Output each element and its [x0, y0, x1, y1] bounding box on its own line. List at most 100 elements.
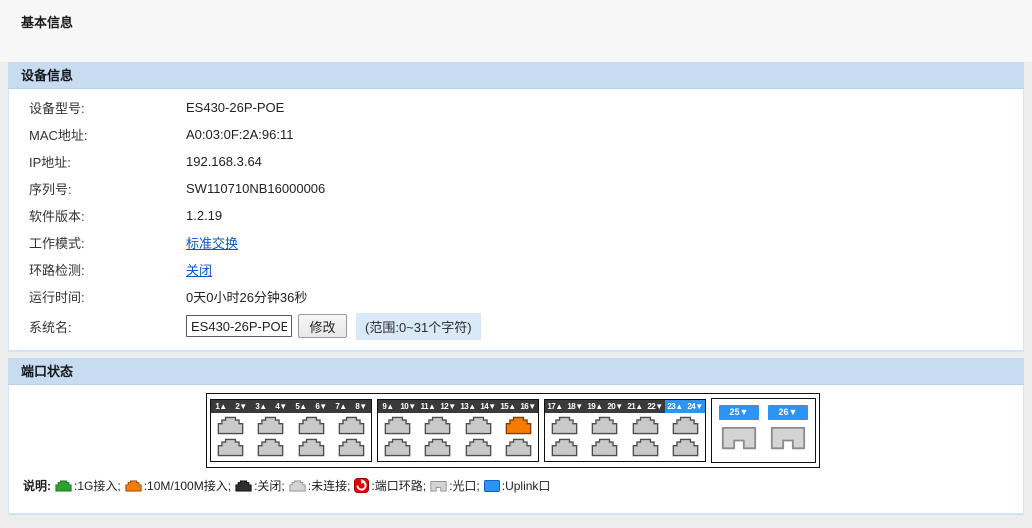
legend-item-text: :端口环路;	[371, 477, 426, 494]
row-loop-detect: 环路检测: 关闭	[9, 256, 1023, 283]
port-14-icon	[465, 438, 492, 457]
sfp-port-icon	[721, 424, 757, 456]
serial-number-label: 序列号:	[29, 179, 186, 198]
port-label-24: 24▼	[685, 400, 705, 413]
port-19-icon	[591, 416, 618, 435]
port-18-icon	[551, 438, 578, 457]
sfp-port-26: 26▼	[768, 405, 808, 456]
software-version-value: 1.2.19	[186, 208, 222, 223]
rj45-port-icon	[289, 480, 306, 492]
port-label-12: 12▼	[438, 400, 458, 413]
port-label-16: 16▼	[518, 400, 538, 413]
port-group: 9▲10▼11▲12▼13▲14▼15▲16▼	[377, 399, 539, 462]
row-work-mode: 工作模式: 标准交换	[9, 229, 1023, 256]
port-group: 1▲2▼3▲4▼5▲6▼7▲8▼	[210, 399, 372, 462]
port-panel: 1▲2▼3▲4▼5▲6▼7▲8▼9▲10▼11▲12▼13▲14▼15▲16▼1…	[206, 393, 820, 468]
sfp-port-icon	[770, 424, 806, 456]
port-label-13: 13▲	[458, 400, 478, 413]
legend-item: :1G接入;	[55, 477, 121, 494]
loop-detect-link[interactable]: 关闭	[186, 260, 212, 279]
port-11-icon	[424, 416, 451, 435]
rj45-port-icon	[55, 480, 72, 492]
legend-item: :端口环路;	[354, 477, 426, 494]
port-label-4: 4▼	[271, 400, 291, 413]
device-model-value: ES430-26P-POE	[186, 100, 284, 115]
software-version-label: 软件版本:	[29, 206, 186, 225]
legend-item-text: :1G接入;	[74, 477, 121, 494]
work-mode-label: 工作模式:	[29, 233, 186, 252]
port-label-15: 15▲	[498, 400, 518, 413]
ip-address-value: 192.168.3.64	[186, 154, 262, 169]
work-mode-link[interactable]: 标准交换	[186, 233, 238, 252]
port-label-19: 19▲	[585, 400, 605, 413]
page-title: 基本信息	[21, 15, 73, 30]
legend-item: :关闭;	[235, 477, 285, 494]
port-24-icon	[672, 438, 699, 457]
port-12-icon	[424, 438, 451, 457]
port-label-17: 17▲	[545, 400, 565, 413]
row-system-name: 系统名: 修改 (范围:0~31个字符)	[9, 310, 1023, 342]
port-15-icon	[505, 416, 532, 435]
loop-detect-label: 环路检测:	[29, 260, 186, 279]
port-1-icon	[217, 416, 244, 435]
port-legend: 说明: :1G接入; :10M/100M接入; :关闭; :未连接; :端口环路; :光口…	[23, 477, 1023, 494]
legend-item-text: :Uplink口	[502, 477, 551, 494]
port-label-14: 14▼	[478, 400, 498, 413]
legend-item-text: :关闭;	[254, 477, 285, 494]
ip-address-label: IP地址:	[29, 152, 186, 171]
port-6-icon	[298, 438, 325, 457]
uplink-port-icon	[484, 480, 500, 492]
port-9-icon	[384, 416, 411, 435]
port-label-5: 5▲	[291, 400, 311, 413]
legend-item-text: :未连接;	[308, 477, 351, 494]
rj45-port-icon	[235, 480, 252, 492]
legend-title: 说明:	[23, 477, 51, 494]
port-label-1: 1▲	[211, 400, 231, 413]
port-21-icon	[632, 416, 659, 435]
port-label-21: 21▲	[625, 400, 645, 413]
port-2-icon	[217, 438, 244, 457]
port-label-20: 20▼	[605, 400, 625, 413]
port-13-icon	[465, 416, 492, 435]
row-software-version: 软件版本: 1.2.19	[9, 202, 1023, 229]
legend-item: :10M/100M接入;	[125, 477, 231, 494]
device-info-section-body: 设备型号: ES430-26P-POE MAC地址: A0:03:0F:2A:9…	[8, 89, 1024, 352]
port-3-icon	[257, 416, 284, 435]
port-17-icon	[551, 416, 578, 435]
rj45-port-icon	[125, 480, 142, 492]
loop-alert-icon	[354, 478, 369, 493]
system-name-hint: (范围:0~31个字符)	[356, 313, 481, 340]
uptime-value: 0天0小时26分钟36秒	[186, 287, 307, 306]
uptime-label: 运行时间:	[29, 287, 186, 306]
port-16-icon	[505, 438, 532, 457]
port-group: 17▲18▼19▲20▼21▲22▼23▲24▼	[544, 399, 706, 462]
port-label-7: 7▲	[331, 400, 351, 413]
row-ip-address: IP地址: 192.168.3.64	[9, 148, 1023, 175]
port-10-icon	[384, 438, 411, 457]
port-8-icon	[338, 438, 365, 457]
mac-address-label: MAC地址:	[29, 125, 186, 144]
port-label-25: 25▼	[719, 405, 759, 420]
legend-item: :光口;	[430, 477, 480, 494]
system-name-label: 系统名:	[29, 317, 186, 336]
port-label-11: 11▲	[418, 400, 438, 413]
port-20-icon	[591, 438, 618, 457]
row-device-model: 设备型号: ES430-26P-POE	[9, 94, 1023, 121]
legend-item-text: :光口;	[449, 477, 480, 494]
port-label-3: 3▲	[251, 400, 271, 413]
serial-number-value: SW110710NB16000006	[186, 181, 325, 196]
page-header: 基本信息	[0, 0, 1032, 62]
legend-item-text: :10M/100M接入;	[144, 477, 231, 494]
main-panel: 设备信息 设备型号: ES430-26P-POE MAC地址: A0:03:0F…	[8, 62, 1024, 515]
device-info-section-header: 设备信息	[8, 62, 1024, 89]
row-mac-address: MAC地址: A0:03:0F:2A:96:11	[9, 121, 1023, 148]
system-name-input[interactable]	[186, 315, 292, 337]
sfp-port-25: 25▼	[719, 405, 759, 456]
port-label-18: 18▼	[565, 400, 585, 413]
port-label-26: 26▼	[768, 405, 808, 420]
row-serial-number: 序列号: SW110710NB16000006	[9, 175, 1023, 202]
port-5-icon	[298, 416, 325, 435]
modify-button[interactable]: 修改	[298, 314, 347, 338]
port-4-icon	[257, 438, 284, 457]
sfp-port-group: 25▼ 26▼	[711, 398, 816, 463]
